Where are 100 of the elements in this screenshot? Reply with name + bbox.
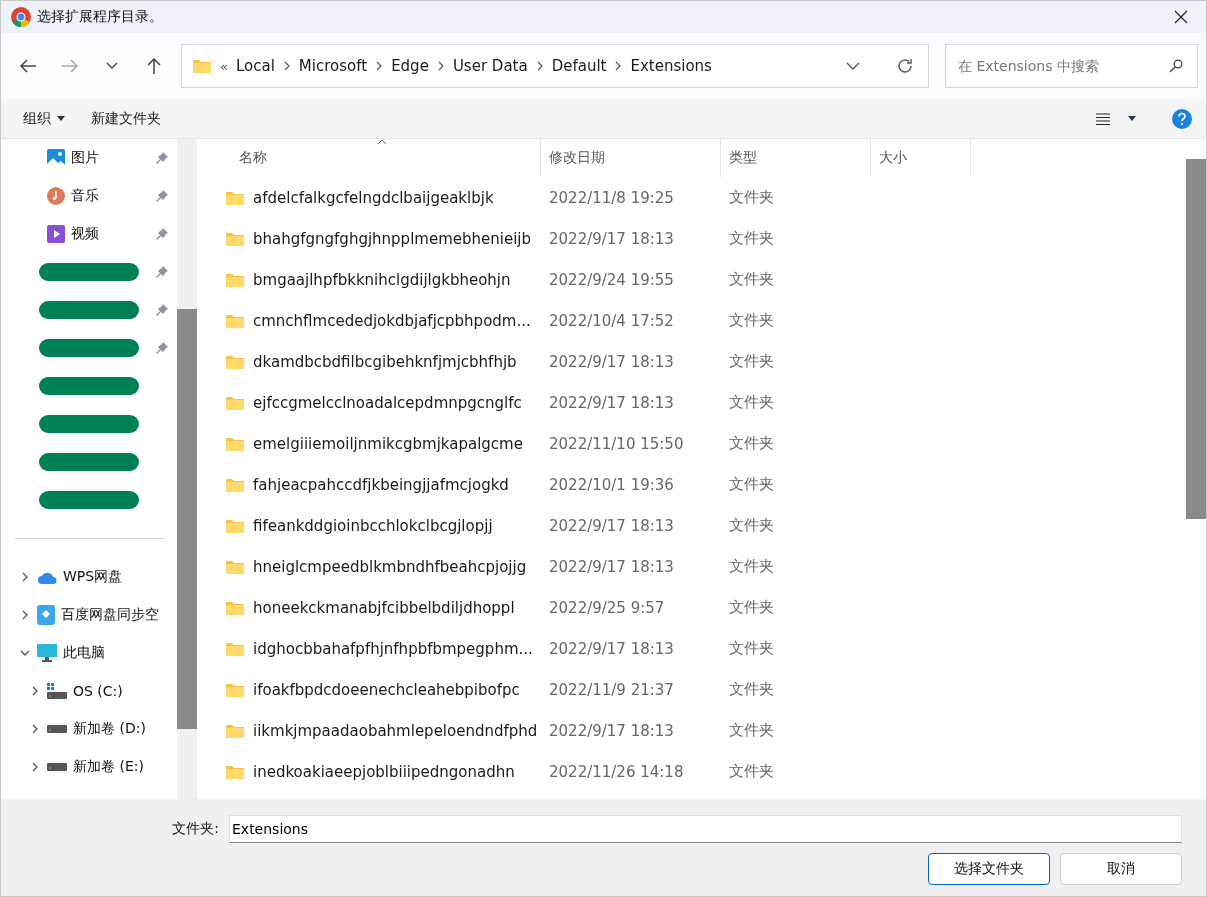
cancel-button[interactable]: 取消 bbox=[1060, 853, 1182, 885]
modified-date: 2022/9/17 18:13 bbox=[549, 229, 674, 248]
pin-icon bbox=[155, 227, 169, 241]
file-type: 文件夹 bbox=[729, 393, 774, 412]
file-row[interactable]: iikmkjmpaadaobahmlepeloendndfphd 2022/9/17 18:13 文件夹 bbox=[197, 710, 1186, 751]
file-row[interactable]: dkamdbcbdfilbcgibehknfjmjcbhfhjb 2022/9/17 18:13 文件夹 bbox=[197, 341, 1186, 382]
file-row[interactable]: idghocbbahafpfhjnfhpbfbmpegphm... 2022/9/17 18:13 文件夹 bbox=[197, 628, 1186, 669]
dropdown-triangle-icon bbox=[57, 116, 65, 121]
folder-label: 文件夹: bbox=[171, 820, 219, 838]
file-row[interactable]: cmnchflmcededjokdbjafjcpbhpodm... 2022/10/4 17:52 文件夹 bbox=[197, 300, 1186, 341]
video-icon bbox=[47, 225, 65, 243]
overflow-marker[interactable]: « bbox=[220, 58, 228, 74]
file-row[interactable]: fifeankddgioinbcchlokclbcgjlopjj 2022/9/17 18:13 文件夹 bbox=[197, 505, 1186, 546]
column-header[interactable]: 大小 bbox=[871, 139, 971, 177]
help-icon[interactable] bbox=[1172, 108, 1192, 129]
file-type: 文件夹 bbox=[729, 598, 774, 617]
folder-icon bbox=[225, 230, 245, 247]
file-row[interactable]: ifoakfbpdcdoeenechcleahebpibofpc 2022/11/9 21:37 文件夹 bbox=[197, 669, 1186, 710]
folder-icon bbox=[225, 681, 245, 698]
folder-icon bbox=[192, 58, 212, 74]
breadcrumb-item[interactable]: Local bbox=[235, 57, 275, 75]
folder-icon bbox=[225, 763, 245, 780]
file-name: fifeankddgioinbcchlokclbcgjlopjj bbox=[253, 516, 493, 535]
nav-tree-item[interactable]: 新加卷 (D:) bbox=[1, 710, 177, 748]
nav-tree-item[interactable]: 新加卷 (E:) bbox=[1, 748, 177, 786]
chevron-right-icon bbox=[535, 61, 544, 71]
file-type: 文件夹 bbox=[729, 352, 774, 371]
drive-icon bbox=[47, 683, 67, 699]
file-type: 文件夹 bbox=[729, 762, 774, 781]
new-folder-button[interactable]: 新建文件夹 bbox=[83, 105, 169, 132]
file-row[interactable]: bhahgfgngfghgjhnpplmemebhenieijb 2022/9/17 18:13 文件夹 bbox=[197, 218, 1186, 259]
folder-icon bbox=[225, 394, 245, 411]
sync-folder-icon bbox=[37, 605, 55, 625]
pin-icon bbox=[155, 151, 169, 165]
column-header[interactable]: 名称 bbox=[197, 139, 541, 177]
file-row[interactable]: honeekckmanabjfcibbelbdiljdhoppl 2022/9/25 9:57 文件夹 bbox=[197, 587, 1186, 628]
file-name: ifoakfbpdcdoeenechcleahebpibofpc bbox=[253, 680, 520, 699]
breadcrumb-item[interactable]: Extensions bbox=[630, 57, 712, 75]
nav-tree-item[interactable]: OS (C:) bbox=[1, 672, 177, 710]
scrollbar-thumb[interactable] bbox=[1186, 159, 1206, 519]
folder-icon bbox=[225, 599, 245, 616]
file-type: 文件夹 bbox=[729, 639, 774, 658]
file-name: emelgiiiemoiljnmikcgbmjkapalgcme bbox=[253, 434, 523, 453]
arrow-left-icon bbox=[19, 58, 37, 74]
folder-icon bbox=[225, 640, 245, 657]
file-name: hneiglcmpeedblkmbndhfbeahcpjojjg bbox=[253, 557, 527, 576]
select-folder-button[interactable]: 选择文件夹 bbox=[928, 853, 1050, 885]
modified-date: 2022/9/17 18:13 bbox=[549, 393, 674, 412]
monitor-icon bbox=[37, 644, 57, 662]
modified-date: 2022/11/8 19:25 bbox=[549, 188, 674, 207]
drive-icon bbox=[47, 763, 67, 771]
quick-access-item[interactable]: 音乐 bbox=[1, 177, 177, 215]
refresh-icon[interactable] bbox=[896, 57, 914, 75]
file-name: idghocbbahafpfhjnfhpbfbmpegphm... bbox=[253, 639, 533, 658]
address-bar[interactable]: « Local Microsoft Edge User Data Default Extensions bbox=[181, 44, 929, 88]
file-name: cmnchflmcededjokdbjafjcpbhpodm... bbox=[253, 311, 531, 330]
breadcrumb-item[interactable]: Microsoft bbox=[298, 57, 368, 75]
pin-icon bbox=[155, 189, 169, 203]
chevron-right-icon bbox=[436, 61, 445, 71]
modified-date: 2022/11/10 15:50 bbox=[549, 434, 684, 453]
quick-access-item[interactable]: 视频 bbox=[1, 215, 177, 253]
sort-ascending-icon bbox=[377, 139, 387, 145]
close-icon bbox=[1174, 10, 1188, 24]
column-header[interactable]: 修改日期 bbox=[541, 139, 721, 177]
nav-tree-item[interactable]: 百度网盘同步空 bbox=[1, 596, 177, 634]
quick-access-item[interactable]: 图片 bbox=[1, 139, 177, 177]
file-type: 文件夹 bbox=[729, 270, 774, 289]
chevron-down-icon[interactable] bbox=[846, 62, 860, 70]
file-type: 文件夹 bbox=[729, 311, 774, 330]
breadcrumb-item[interactable]: Edge bbox=[391, 57, 429, 75]
cloud-icon bbox=[37, 570, 57, 584]
chevron-down-icon bbox=[106, 62, 118, 70]
pin-icon bbox=[155, 265, 169, 279]
organize-menu-button[interactable]: 组织 bbox=[15, 105, 73, 132]
folder-name-field[interactable]: Extensions bbox=[229, 815, 1182, 843]
breadcrumb-item[interactable]: User Data bbox=[452, 57, 528, 75]
file-row[interactable]: ejfccgmelcclnoadalcepdmnpgcnglfc 2022/9/17 18:13 文件夹 bbox=[197, 382, 1186, 423]
file-row[interactable]: bmgaajlhpfbkknihclgdijlgkbheohjn 2022/9/24 19:55 文件夹 bbox=[197, 259, 1186, 300]
folder-icon bbox=[225, 476, 245, 493]
file-row[interactable]: afdelcfalkgcfelngdclbaijgeaklbjk 2022/11/8 19:25 文件夹 bbox=[197, 177, 1186, 218]
file-name: iikmkjmpaadaobahmlepeloendndfphd bbox=[253, 721, 538, 740]
file-row[interactable]: emelgiiiemoiljnmikcgbmjkapalgcme 2022/11/10 15:50 文件夹 bbox=[197, 423, 1186, 464]
search-box[interactable]: 在 Extensions 中搜索 bbox=[945, 44, 1198, 88]
breadcrumb-item[interactable]: Default bbox=[551, 57, 607, 75]
modified-date: 2022/10/1 19:36 bbox=[549, 475, 674, 494]
file-type: 文件夹 bbox=[729, 434, 774, 453]
column-header[interactable]: 类型 bbox=[721, 139, 871, 177]
file-row[interactable]: hneiglcmpeedblkmbndhfbeahcpjojjg 2022/9/17 18:13 文件夹 bbox=[197, 546, 1186, 587]
file-type: 文件夹 bbox=[729, 557, 774, 576]
file-name: bmgaajlhpfbkknihclgdijlgkbheohjn bbox=[253, 270, 511, 289]
nav-tree-item[interactable]: 此电脑 bbox=[1, 634, 177, 672]
folder-icon bbox=[225, 435, 245, 452]
file-name: afdelcfalkgcfelngdclbaijgeaklbjk bbox=[253, 188, 494, 207]
file-row[interactable]: inedkoakiaeepjoblbiiipedngonadhn 2022/11/26 14:18 文件夹 bbox=[197, 751, 1186, 792]
nav-tree-item[interactable]: WPS网盘 bbox=[1, 558, 177, 596]
file-type: 文件夹 bbox=[729, 475, 774, 494]
dropdown-triangle-icon bbox=[1128, 116, 1136, 121]
file-row[interactable]: fahjeacpahccdfjkbeingjjafmcjogkd 2022/10/1 19:36 文件夹 bbox=[197, 464, 1186, 505]
scrollbar-thumb[interactable] bbox=[177, 309, 197, 729]
file-name: ejfccgmelcclnoadalcepdmnpgcnglfc bbox=[253, 393, 522, 412]
